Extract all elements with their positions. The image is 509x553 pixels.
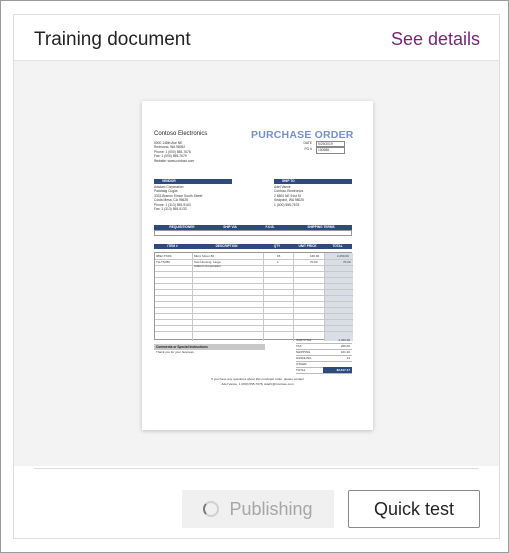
shipping-row xyxy=(154,230,352,236)
item-qty: 1 xyxy=(277,260,279,264)
column-divider xyxy=(263,253,264,341)
table-row-line xyxy=(155,289,353,290)
document-preview-area: Contoso Electronics PURCHASE ORDER 5000 … xyxy=(14,61,499,466)
meta-label: PO # xyxy=(304,147,312,152)
table-row-line xyxy=(155,259,353,260)
footer-divider xyxy=(34,468,479,469)
item-unit-price: 160.00 xyxy=(310,254,320,258)
publishing-label: Publishing xyxy=(229,498,313,519)
ship-to-line: 1 (000) 555-7678 xyxy=(274,202,300,207)
table-row-line xyxy=(155,295,353,296)
items-header-bar: ITEM # DESCRIPTION QTY UNIT PRICE TOTAL xyxy=(154,244,352,249)
training-document-card: Training document See details Contoso El… xyxy=(13,14,500,539)
card-header: Training document See details xyxy=(14,15,499,61)
doc-company-address: 5000 148th Ave NE Redmond, WA 98052 Phon… xyxy=(154,141,239,163)
table-row-line xyxy=(155,319,353,320)
vendor-block: Adatum Corporation Paddraig Cuglia 3333 … xyxy=(154,185,232,212)
total-column-shade xyxy=(324,253,353,341)
vendor-header: VENDOR xyxy=(154,179,232,184)
grand-total-row: TOTAL $2,617.17 xyxy=(296,367,352,374)
item-header-cell: TOTAL xyxy=(332,244,343,248)
table-row-line xyxy=(155,307,353,308)
see-details-link[interactable]: See details xyxy=(391,29,480,50)
table-row-line xyxy=(155,265,353,266)
item-number: TH-TS786 xyxy=(156,260,170,264)
items-table-body: 0892-TSSS Micro Motor 80 15 160.00 2,250… xyxy=(154,252,353,341)
item-header-cell: ITEM # xyxy=(167,244,178,248)
doc-footer-line: Adel Vance, 1 (000) 555-7678, AdelV@Cont… xyxy=(221,382,294,386)
table-row-line xyxy=(155,283,353,284)
purchase-order-thumbnail[interactable]: Contoso Electronics PURCHASE ORDER 5000 … xyxy=(142,101,373,430)
meta-po-row: PO # 100988 xyxy=(290,147,356,154)
table-row-line xyxy=(155,331,353,332)
item-header-cell: UNIT PRICE xyxy=(298,244,317,248)
item-unit-price: 70.00 xyxy=(310,260,318,264)
vendor-line: Fax: 1 (313) 555-9133 xyxy=(154,207,187,212)
ship-to-header: SHIP TO xyxy=(274,179,352,184)
item-qty: 15 xyxy=(277,254,281,258)
item-total: 2,250.00 xyxy=(337,254,349,258)
window-frame: Training document See details Contoso El… xyxy=(0,0,509,553)
item-description: Micro Motor 80 xyxy=(194,254,215,258)
card-title: Training document xyxy=(34,29,191,50)
totals-label: TOTAL xyxy=(296,368,306,372)
item-total: 70.00 xyxy=(343,260,351,264)
doc-company-name: Contoso Electronics xyxy=(154,131,208,137)
item-number: 0892-TSSS xyxy=(156,254,172,258)
table-row-line xyxy=(155,277,353,278)
grand-total-value: $2,617.17 xyxy=(323,367,352,373)
column-divider xyxy=(293,253,294,341)
publishing-button[interactable]: Publishing xyxy=(182,490,334,528)
table-row-line xyxy=(155,325,353,326)
item-description: Adatum Corporation xyxy=(194,264,221,268)
item-header-cell: QTY xyxy=(273,244,281,248)
quick-test-button[interactable]: Quick test xyxy=(348,490,480,528)
spinner-icon xyxy=(203,501,220,517)
doc-meta: DATE 5/29/2019 PO # 100988 xyxy=(290,141,356,154)
table-row-line xyxy=(155,271,353,272)
column-divider xyxy=(192,253,193,341)
column-divider xyxy=(324,253,325,341)
ship-to-block: Adel Vance Contoso Electronics 2 6500 NE… xyxy=(274,185,352,207)
table-row-line xyxy=(155,313,353,314)
item-header-cell: DESCRIPTION xyxy=(215,244,238,248)
meta-value: 100988 xyxy=(316,147,345,154)
address-line: Website: www.contoso.com xyxy=(154,158,195,163)
doc-footer-line: If you have any questions about this pur… xyxy=(211,377,304,381)
comments-text: Thank you for your business. xyxy=(156,350,195,354)
table-row-line xyxy=(155,301,353,302)
